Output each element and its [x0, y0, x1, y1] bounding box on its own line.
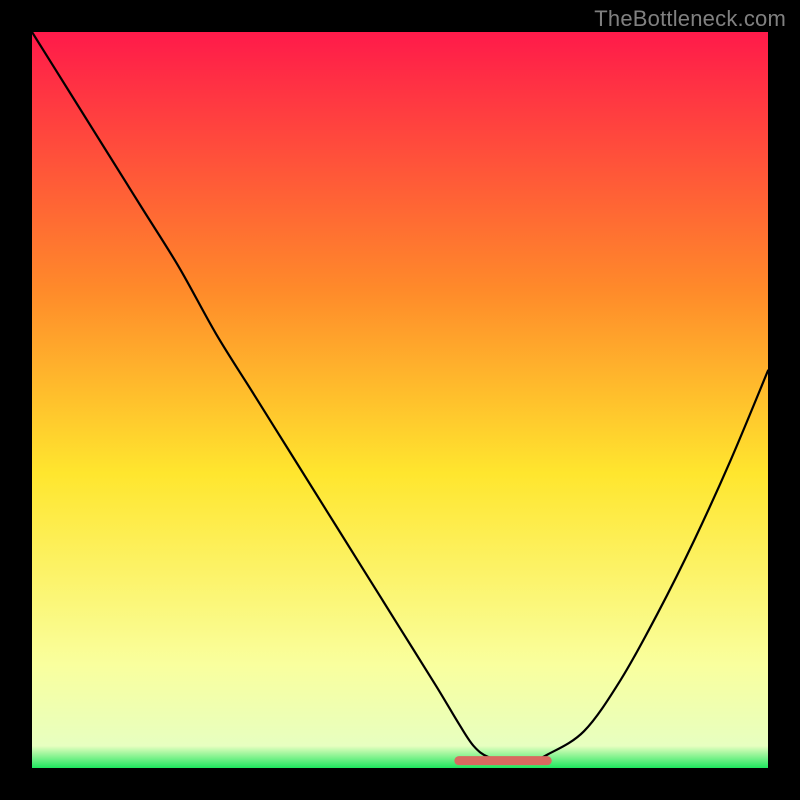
- chart-svg: [32, 32, 768, 768]
- chart-frame: TheBottleneck.com: [0, 0, 800, 800]
- plot-area: [32, 32, 768, 768]
- watermark-text: TheBottleneck.com: [594, 6, 786, 32]
- gradient-background: [32, 32, 768, 768]
